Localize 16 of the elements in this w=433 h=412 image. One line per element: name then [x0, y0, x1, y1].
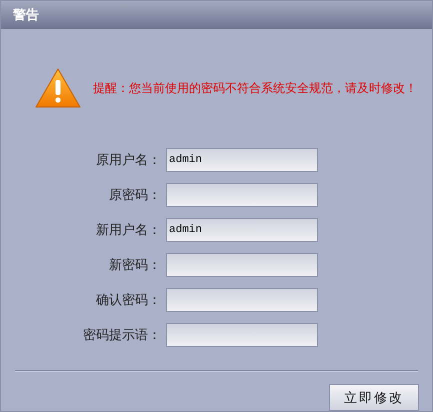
field-label: 新密码： [108, 256, 162, 274]
field-label: 密码提示语： [82, 326, 162, 344]
field-label: 确认密码： [95, 291, 162, 310]
field-label: 原用户名： [95, 151, 162, 170]
input-field[interactable]: admin [166, 148, 318, 172]
input-field[interactable]: admin [166, 218, 318, 242]
input-field[interactable] [166, 323, 318, 347]
input-field[interactable] [166, 183, 318, 207]
input-field[interactable] [166, 253, 318, 277]
input-field[interactable] [166, 288, 318, 312]
window-title: 警告 [13, 6, 39, 24]
field-label: 原密码： [108, 186, 162, 204]
warning-icon [35, 67, 81, 109]
field-label: 新用户名： [95, 221, 162, 240]
warning-message: 提醒：您当前使用的密码不符合系统安全规范，请及时修改！ [93, 80, 417, 97]
submit-button[interactable]: 立即修改 [329, 384, 419, 411]
